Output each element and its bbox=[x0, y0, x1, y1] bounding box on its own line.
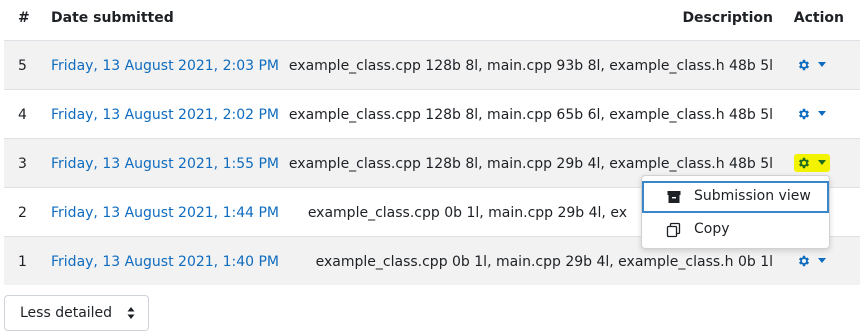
action-menu-toggle[interactable] bbox=[794, 154, 830, 172]
submission-date-link[interactable]: Friday, 13 August 2021, 1:44 PM bbox=[51, 205, 279, 221]
menu-item-label: Copy bbox=[694, 221, 730, 237]
row-number: 3 bbox=[18, 156, 27, 172]
submission-description: example_class.cpp 128b 8l, main.cpp 29b … bbox=[288, 156, 773, 172]
gear-icon bbox=[798, 59, 810, 71]
table-row: 5 Friday, 13 August 2021, 2:03 PM exampl… bbox=[4, 40, 860, 89]
submission-description: example_class.cpp 0b 1l, main.cpp 29b 4l… bbox=[315, 254, 773, 270]
select-value: Less detailed bbox=[20, 305, 113, 321]
chevron-down-icon bbox=[818, 62, 826, 67]
row-number: 1 bbox=[18, 254, 27, 270]
submission-description: example_class.cpp 128b 8l, main.cpp 93b … bbox=[288, 58, 773, 74]
gear-icon bbox=[798, 255, 810, 267]
gear-icon bbox=[798, 108, 810, 120]
menu-item-label: Submission view bbox=[694, 188, 811, 204]
chevron-down-icon bbox=[818, 258, 826, 263]
copy-icon bbox=[666, 222, 681, 238]
header-description: Description bbox=[682, 10, 773, 26]
header-date-submitted: Date submitted bbox=[51, 10, 174, 26]
submission-date-link[interactable]: Friday, 13 August 2021, 1:40 PM bbox=[51, 254, 279, 270]
action-menu-toggle[interactable] bbox=[794, 252, 830, 270]
action-menu-toggle[interactable] bbox=[794, 105, 830, 123]
gear-icon bbox=[798, 157, 810, 169]
chevron-down-icon bbox=[818, 160, 826, 165]
archive-box-icon bbox=[667, 191, 681, 203]
menu-item-copy[interactable]: Copy bbox=[642, 214, 829, 246]
submission-description: example_class.cpp 128b 8l, main.cpp 65b … bbox=[288, 107, 773, 123]
submission-date-link[interactable]: Friday, 13 August 2021, 2:02 PM bbox=[51, 107, 279, 123]
table-row: 4 Friday, 13 August 2021, 2:02 PM exampl… bbox=[4, 89, 860, 138]
submission-date-link[interactable]: Friday, 13 August 2021, 2:03 PM bbox=[51, 58, 279, 74]
row-number: 4 bbox=[18, 107, 27, 123]
table-header: # Date submitted Description Action bbox=[4, 0, 860, 40]
chevron-down-icon bbox=[818, 111, 826, 116]
row-number: 2 bbox=[18, 205, 27, 221]
header-action: Action bbox=[793, 10, 844, 26]
submission-date-link[interactable]: Friday, 13 August 2021, 1:55 PM bbox=[51, 156, 279, 172]
submission-description: example_class.cpp 0b 1l, main.cpp 29b 4l… bbox=[307, 205, 627, 221]
action-dropdown-menu: Submission view Copy bbox=[641, 175, 830, 249]
action-menu-toggle[interactable] bbox=[794, 56, 830, 74]
header-number: # bbox=[18, 10, 30, 26]
menu-item-submission-view[interactable]: Submission view bbox=[642, 181, 829, 213]
detail-level-select[interactable]: Less detailed bbox=[4, 295, 149, 331]
sort-arrows-icon bbox=[127, 307, 135, 319]
row-number: 5 bbox=[18, 58, 27, 74]
